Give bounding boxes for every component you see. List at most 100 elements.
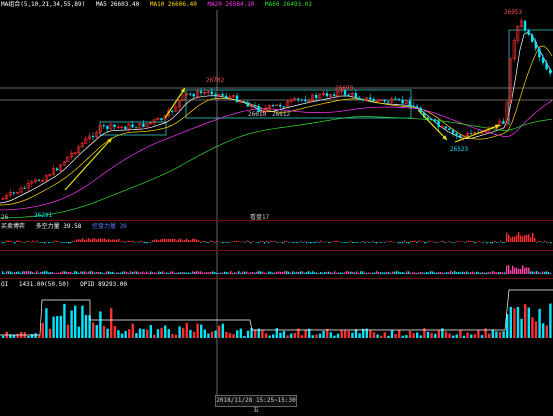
sentiment-bar xyxy=(338,241,340,242)
strip-bar xyxy=(208,272,210,274)
candle xyxy=(15,191,19,195)
strip-bar xyxy=(244,271,246,274)
strip-bar xyxy=(400,272,402,274)
oi-bar xyxy=(106,328,109,338)
sentiment-bar xyxy=(158,240,160,242)
sentiment-bar xyxy=(106,239,108,242)
strip-bar xyxy=(46,271,48,274)
sentiment-bar xyxy=(530,237,532,242)
sentiment-bar xyxy=(498,242,500,243)
strip-bar xyxy=(530,271,532,274)
candle xyxy=(523,19,527,34)
sentiment-bar xyxy=(98,238,100,242)
sentiment-bar xyxy=(190,240,192,242)
sentiment-bar xyxy=(390,241,392,242)
strip-bar xyxy=(192,271,194,274)
sentiment-bar xyxy=(522,236,524,242)
strip-bar xyxy=(54,272,56,274)
sentiment-bar xyxy=(320,240,322,242)
strip-bar xyxy=(300,271,302,274)
candle xyxy=(509,57,513,105)
sentiment-bar xyxy=(160,239,162,242)
candle xyxy=(372,96,375,102)
strip-bar xyxy=(154,272,156,274)
sentiment-bar xyxy=(222,242,224,244)
sentiment-bar xyxy=(502,242,504,244)
sentiment-bar xyxy=(196,239,198,242)
candle xyxy=(325,90,329,98)
sentiment-bar xyxy=(484,241,486,242)
sentiment-bar xyxy=(100,238,102,242)
sentiment-bar xyxy=(368,242,370,243)
sub1-title[interactable]: 买卖博弈 xyxy=(1,223,25,230)
candle xyxy=(235,92,239,103)
oi-bar xyxy=(81,305,84,338)
sentiment-bar xyxy=(370,242,372,243)
strip-bar xyxy=(22,271,24,274)
uptrend-arrow-1 xyxy=(64,137,113,191)
strip-bar xyxy=(286,271,288,274)
strip-bar xyxy=(454,271,456,274)
strip-bar xyxy=(294,272,296,274)
strip-bar xyxy=(58,272,60,274)
sentiment-bar xyxy=(294,242,296,243)
sub2-title[interactable]: OI xyxy=(1,281,8,288)
oi-bar xyxy=(387,335,390,338)
sentiment-bar xyxy=(84,239,86,242)
strip-bar xyxy=(448,272,450,274)
oi-bar xyxy=(286,335,289,338)
strip-bar xyxy=(206,272,208,274)
sentiment-bar xyxy=(14,242,16,244)
strip-bar xyxy=(456,272,458,274)
oi-bar xyxy=(131,323,134,338)
sentiment-bar xyxy=(526,234,528,242)
sentiment-bar xyxy=(194,238,196,242)
futures-chart[interactable] xyxy=(0,0,553,406)
sentiment-bar xyxy=(214,242,216,243)
sentiment-bar xyxy=(290,241,292,243)
candle xyxy=(113,124,116,131)
strip-bar xyxy=(520,269,522,274)
strip-bar xyxy=(352,272,354,274)
oi-bar xyxy=(236,330,239,338)
strip-bar xyxy=(296,271,298,274)
strip-bar xyxy=(536,271,538,274)
indicator-name[interactable]: MA组合(5,10,21,34,55,89) xyxy=(1,1,85,8)
strip-bar xyxy=(366,272,368,274)
oi-bar xyxy=(142,329,145,338)
price-label-low-left: 26291 xyxy=(34,212,53,219)
strip-bar xyxy=(538,271,540,274)
oi-bar xyxy=(495,331,498,338)
sentiment-bar xyxy=(322,241,324,243)
candle xyxy=(397,97,401,102)
strip-bar xyxy=(498,272,500,274)
strip-bar xyxy=(318,272,320,274)
strip-bar xyxy=(262,271,264,274)
candle xyxy=(516,24,520,44)
strip-bar xyxy=(42,271,44,274)
strip-bar xyxy=(546,271,548,274)
oi-bar xyxy=(59,315,62,338)
sentiment-bar xyxy=(174,239,176,242)
candle xyxy=(80,141,84,148)
strip-bar xyxy=(210,271,212,274)
strip-bar xyxy=(104,272,106,274)
oi-bar xyxy=(394,334,397,338)
strip-bar xyxy=(438,272,440,274)
strip-bar xyxy=(34,272,36,274)
strip-bar xyxy=(182,271,184,274)
oi-bar xyxy=(545,325,548,338)
sentiment-bar xyxy=(92,238,94,242)
oi-bar xyxy=(113,325,116,338)
strip-bar xyxy=(392,271,394,274)
candle xyxy=(87,132,91,143)
sub1-series: 控盘力量 39 xyxy=(91,223,127,230)
sub2-header: OI 1431.00(50.50) OPID 89293.00 xyxy=(1,281,134,289)
oi-bar xyxy=(228,333,232,338)
candle xyxy=(549,69,552,77)
strip-bar xyxy=(282,271,284,274)
candle xyxy=(206,89,210,96)
sentiment-bar xyxy=(432,241,434,242)
strip-bar xyxy=(476,271,478,274)
strip-bar xyxy=(468,272,470,274)
